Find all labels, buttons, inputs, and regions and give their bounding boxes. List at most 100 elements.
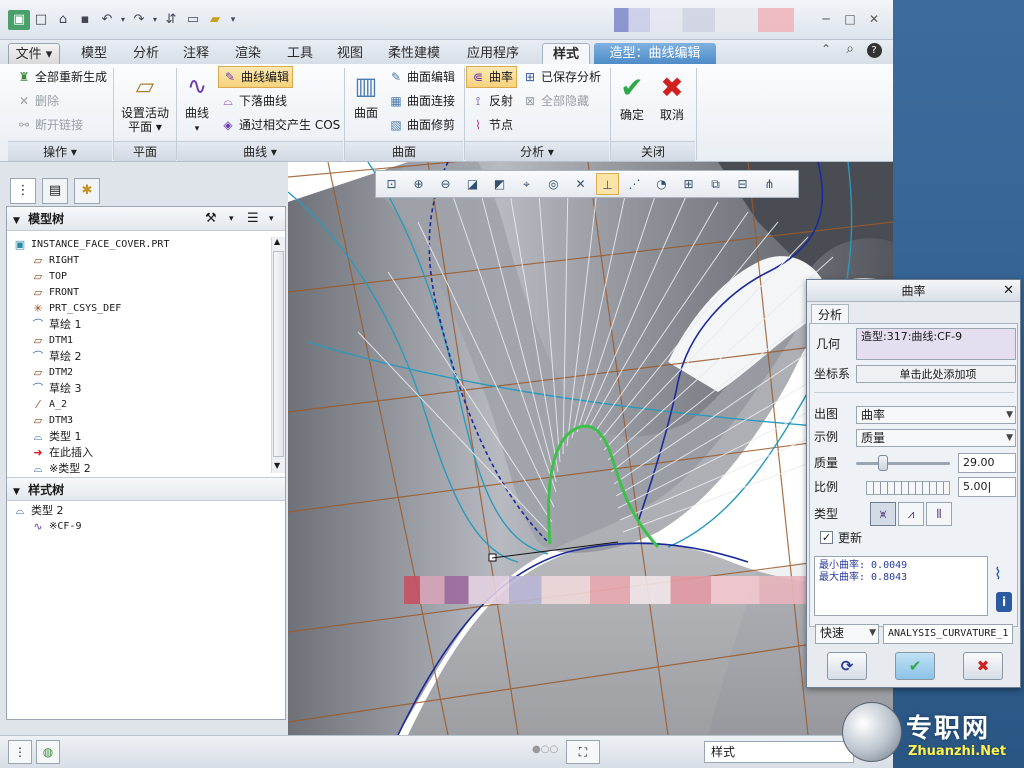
type-comb-in-icon[interactable]: ⩘ xyxy=(898,502,924,526)
minimize-button[interactable]: ─ xyxy=(816,10,836,28)
geometry-collector[interactable]: 造型:317:曲线:CF-9 xyxy=(856,328,1016,360)
tree-item[interactable]: ⌓ 类型 1 xyxy=(31,429,82,445)
graphics-viewport[interactable] xyxy=(288,162,893,735)
style-tree-header[interactable]: ▼ 样式树 xyxy=(7,477,285,501)
mode-select[interactable]: 快速 ▼ xyxy=(815,624,879,644)
dialog-close-icon[interactable]: ✕ xyxy=(1003,280,1014,302)
tree-item[interactable]: ✳ PRT_CSYS_DEF xyxy=(31,301,121,317)
hide-all-button[interactable]: ⊠ 全部隐藏 xyxy=(522,90,589,112)
new-icon[interactable]: □ xyxy=(30,10,52,30)
delete-button[interactable]: ✕ 删除 xyxy=(16,90,59,112)
scroll-up-icon[interactable]: ▲ xyxy=(274,237,280,246)
type-comb-out-icon[interactable]: ⩙ xyxy=(870,502,896,526)
style-display-icon[interactable]: ⊥ xyxy=(596,173,619,195)
curvature-analysis-button[interactable]: ⋐ 曲率 xyxy=(466,66,518,88)
tree-item[interactable]: ➜ 在此插入 xyxy=(31,445,93,461)
tab-style-curve-edit[interactable]: 造型：曲线编辑 xyxy=(594,43,716,64)
open-icon[interactable]: ⌂ xyxy=(52,10,74,30)
dialog-ok-button[interactable]: ✔ xyxy=(895,652,935,680)
cancel-button[interactable]: ✖ 取消 xyxy=(654,72,690,123)
plane-view-icon[interactable]: ⊟ xyxy=(731,173,754,195)
quality-slider-track[interactable] xyxy=(856,462,950,465)
surface-connect-button[interactable]: ▦ 曲面连接 xyxy=(388,90,455,112)
saved-analysis-button[interactable]: ⊞ 已保存分析 xyxy=(522,66,601,88)
info-icon[interactable]: i xyxy=(996,592,1012,612)
spin-center-icon[interactable]: ◔ xyxy=(650,173,673,195)
tree-item[interactable]: ▱ FRONT xyxy=(31,285,79,301)
collapse-icon[interactable]: ▼ xyxy=(13,216,20,226)
curve-edit-button[interactable]: ✎ 曲线编辑 xyxy=(218,66,294,88)
favorites-tab-icon[interactable]: ✱ xyxy=(74,178,100,204)
regenerate-icon[interactable]: ⇵ xyxy=(160,10,182,30)
repaint-button[interactable]: ⟳ xyxy=(827,652,867,680)
selection-filter[interactable]: 样式 xyxy=(704,741,854,763)
scroll-down-icon[interactable]: ▼ xyxy=(274,461,280,470)
grid-display-icon[interactable]: ⧉ xyxy=(704,173,727,195)
surface-trim-button[interactable]: ▧ 曲面修剪 xyxy=(388,114,455,136)
ratio-input[interactable]: 5.00| xyxy=(958,477,1016,497)
drop-curve-button[interactable]: ⌓ 下落曲线 xyxy=(220,90,287,112)
dialog-cancel-button[interactable]: ✖ xyxy=(963,652,1003,680)
tree-item[interactable]: ▱ DTM3 xyxy=(31,413,73,429)
tab-analysis[interactable]: 分析 xyxy=(124,43,168,64)
tab-view[interactable]: 视图 xyxy=(328,43,372,64)
group-operations-title[interactable]: 操作 ▾ xyxy=(8,141,112,161)
tab-annotate[interactable]: 注释 xyxy=(174,43,218,64)
tree-columns-dropdown-icon[interactable]: ▾ xyxy=(269,207,274,231)
output-select[interactable]: 曲率 ▼ xyxy=(856,406,1016,424)
windows-icon[interactable]: ▭ xyxy=(182,10,204,30)
datum-display-icon[interactable]: ✕ xyxy=(569,173,592,195)
display-style-icon[interactable]: ◩ xyxy=(488,173,511,195)
search-icon[interactable]: ⌕ xyxy=(840,40,860,58)
tab-render[interactable]: 渲染 xyxy=(226,43,270,64)
customize-icon[interactable]: ▾ xyxy=(226,10,240,30)
app-icon[interactable]: ▣ xyxy=(8,10,30,30)
tree-settings-dropdown-icon[interactable]: ▾ xyxy=(229,207,234,231)
intersect-cos-button[interactable]: ◈ 通过相交产生 COS xyxy=(220,114,340,136)
tree-settings-icon[interactable]: ⚒ xyxy=(205,207,217,231)
model-tree-tab-icon[interactable]: ⋮ xyxy=(10,178,36,204)
tree-item[interactable]: ▱ TOP xyxy=(31,269,67,285)
tree-item[interactable]: ⌒ 草绘 3 xyxy=(31,381,82,397)
saved-orientations-icon[interactable]: ⌖ xyxy=(515,173,538,195)
repaint-icon[interactable]: ◪ xyxy=(461,173,484,195)
reflection-button[interactable]: ⟟ 反射 xyxy=(470,90,513,112)
tree-item[interactable]: ⌒ 草绘 1 xyxy=(31,317,82,333)
view-manager-icon[interactable]: ◎ xyxy=(542,173,565,195)
tab-tools[interactable]: 工具 xyxy=(278,43,322,64)
model-tree-scrollbar[interactable]: ▲ ▼ xyxy=(271,237,285,473)
tree-item[interactable]: ⌓ ※类型 2 xyxy=(31,461,91,477)
annotation-display-icon[interactable]: ⊞ xyxy=(677,173,700,195)
four-view-icon[interactable]: ⋔ xyxy=(758,173,781,195)
close-window-button[interactable]: ✕ xyxy=(864,10,884,28)
navigator-toggle-icon[interactable]: ⋮ xyxy=(8,740,32,764)
break-link-button[interactable]: ⚯ 断开链接 xyxy=(16,114,83,136)
folder-browser-tab-icon[interactable]: ▤ xyxy=(42,178,68,204)
folder-icon[interactable]: ▰ xyxy=(204,10,226,30)
point-display-icon[interactable]: ⋰ xyxy=(623,173,646,195)
ratio-slider[interactable] xyxy=(866,481,950,495)
zoom-out-icon[interactable]: ⊖ xyxy=(434,173,457,195)
tree-item[interactable]: ⌒ 草绘 2 xyxy=(31,349,82,365)
ok-button[interactable]: ✔ 确定 xyxy=(614,72,650,123)
tree-item[interactable]: ∿ ※CF-9 xyxy=(31,519,81,535)
refit-icon[interactable]: ⊡ xyxy=(380,173,403,195)
tree-item[interactable]: ▣ INSTANCE_FACE_COVER.PRT xyxy=(13,237,170,253)
analysis-name-input[interactable]: ANALYSIS_CURVATURE_1 xyxy=(883,624,1013,644)
undo-icon[interactable]: ↶ xyxy=(96,10,118,30)
group-analysis-title[interactable]: 分析 ▾ xyxy=(465,141,609,161)
quality-input[interactable]: 29.00 xyxy=(958,453,1016,473)
curve-button[interactable]: ∿ 曲线 ▾ xyxy=(178,70,216,136)
tree-item[interactable]: ⁄ A_2 xyxy=(31,397,67,413)
collapse-icon[interactable]: ▼ xyxy=(13,487,20,497)
undo-dropdown-icon[interactable]: ▾ xyxy=(118,10,128,30)
tree-columns-icon[interactable]: ☰ xyxy=(247,207,259,231)
set-active-plane-button[interactable]: ▱ 设置活动 平面 ▾ xyxy=(116,70,174,134)
tree-item[interactable]: ▱ DTM2 xyxy=(31,365,73,381)
scrollbar-thumb[interactable] xyxy=(273,251,284,457)
surface-button[interactable]: ▥ 曲面 xyxy=(348,70,384,120)
quality-slider-thumb[interactable] xyxy=(878,455,888,471)
tab-applications[interactable]: 应用程序 xyxy=(458,43,528,64)
tab-flexible-modeling[interactable]: 柔性建模 xyxy=(382,43,446,64)
tab-analysis-dialog[interactable]: 分析 xyxy=(811,304,849,324)
